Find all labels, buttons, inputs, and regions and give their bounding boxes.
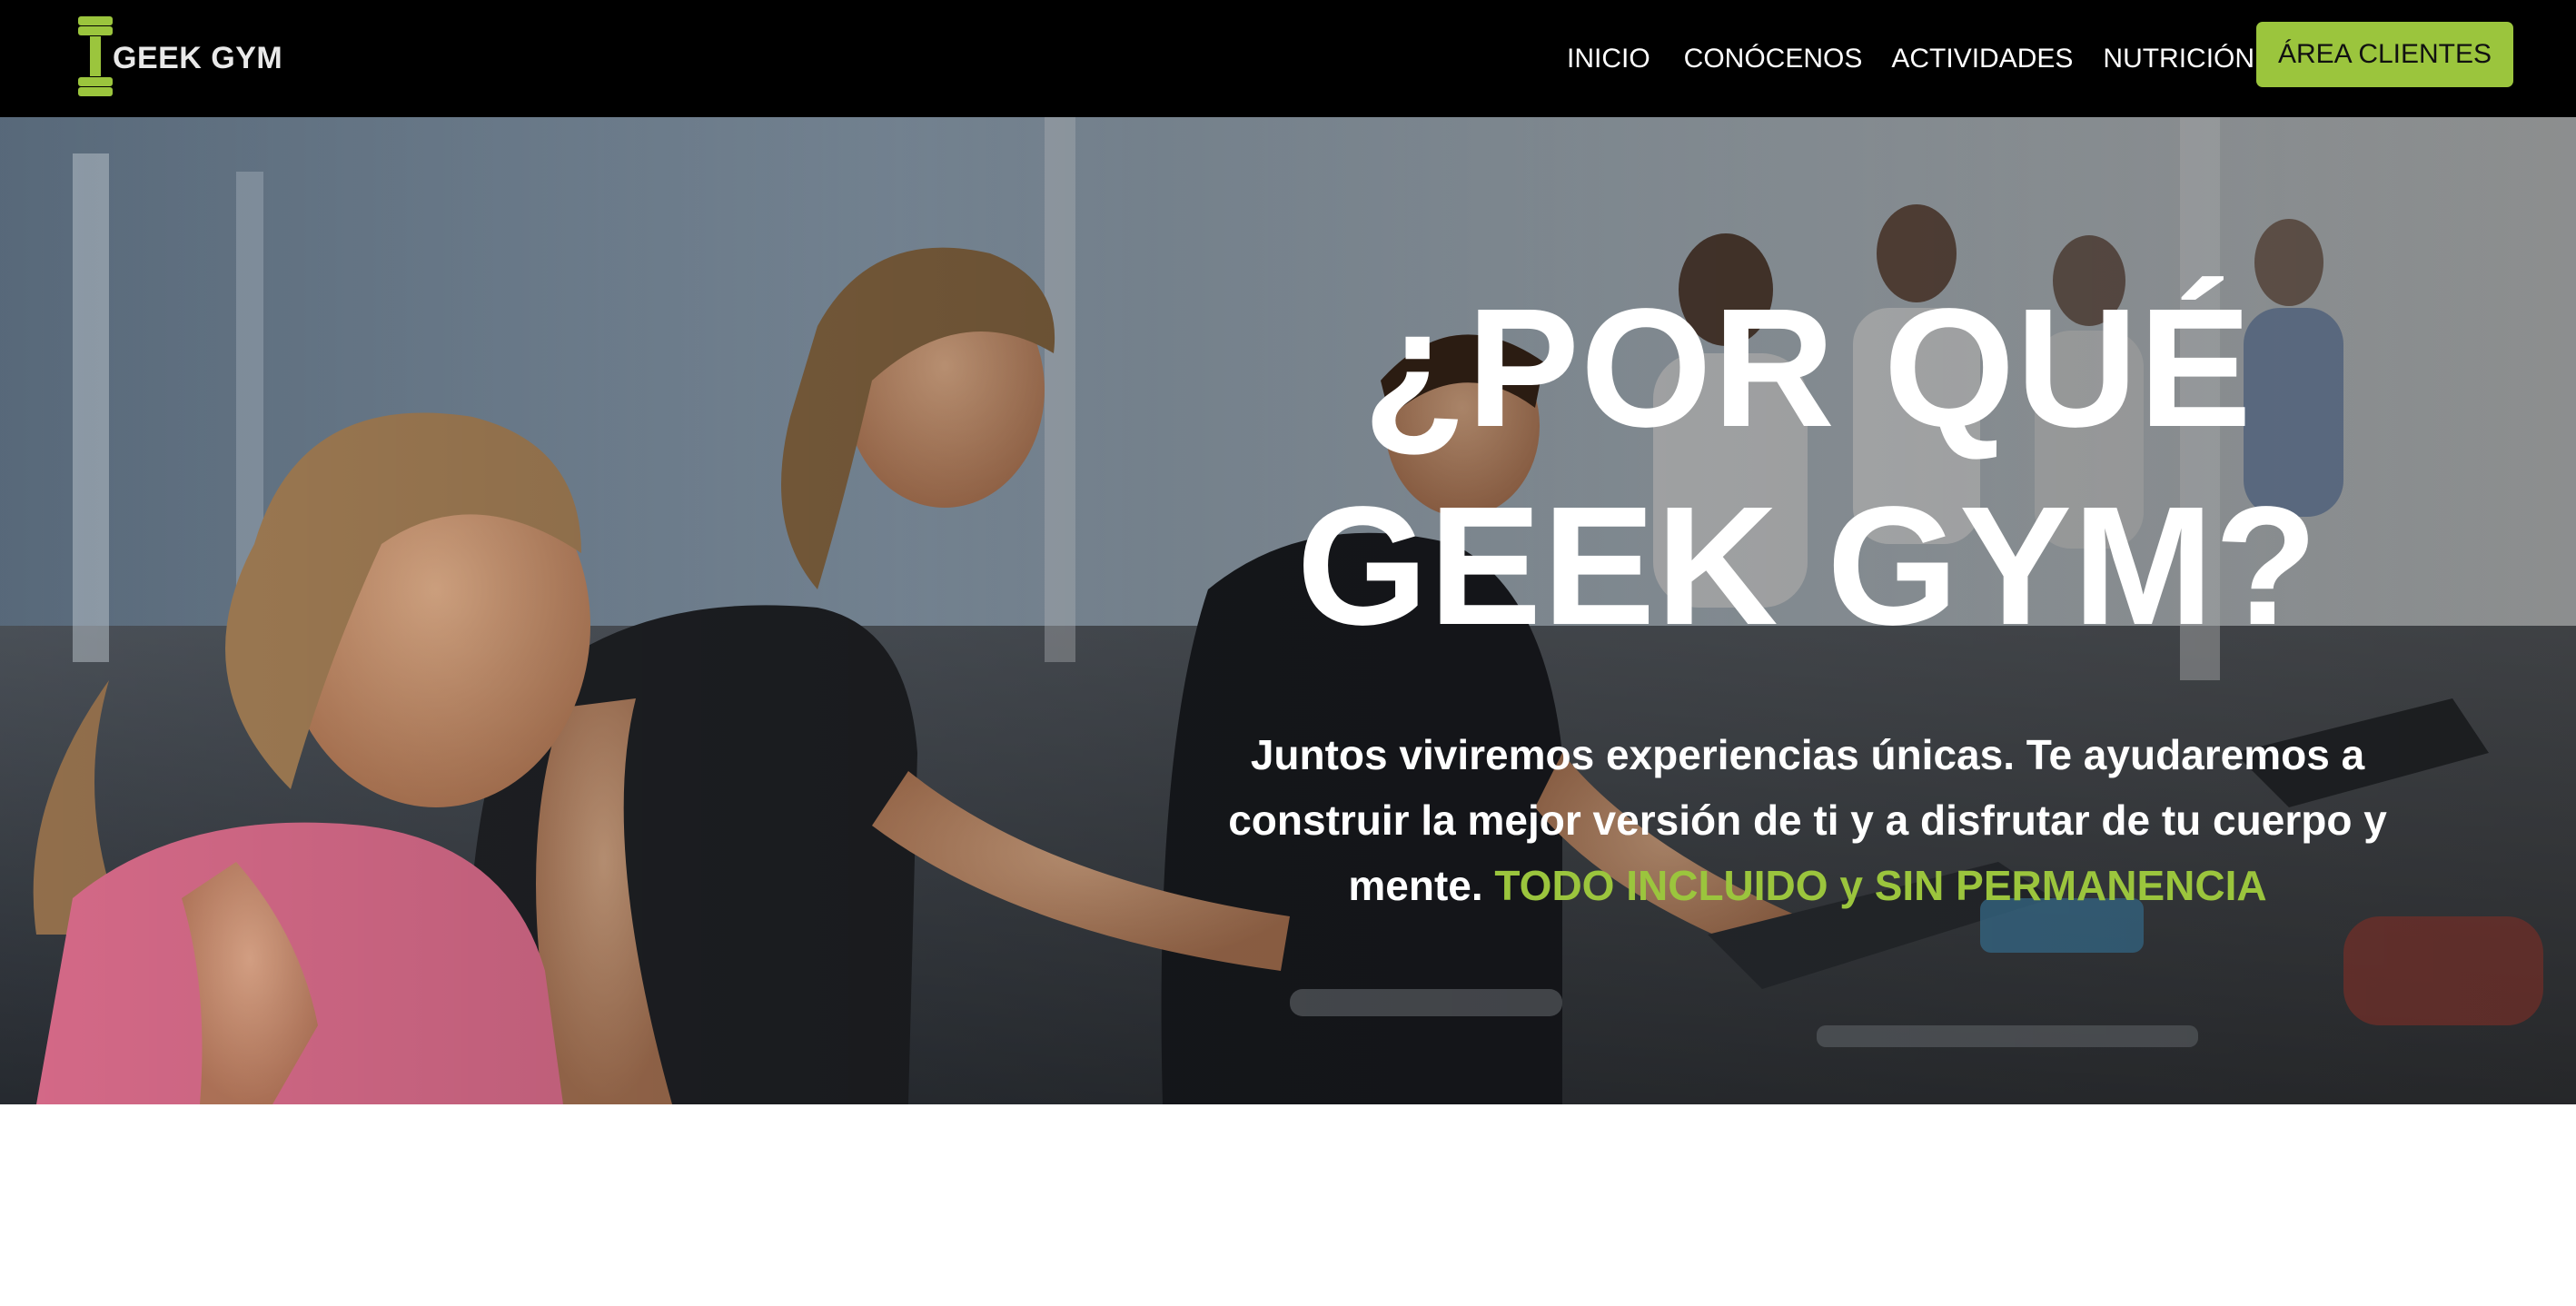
client-area-button[interactable]: ÁREA CLIENTES [2256,22,2513,87]
hero-section: ¿POR QUÉ GEEK GYM? Juntos viviremos expe… [0,117,2576,1104]
below-hero-section [0,1104,2576,1306]
hero-title: ¿POR QUÉ GEEK GYM? [1190,270,2425,666]
nav-link-actividades[interactable]: ACTIVIDADES [1891,44,2073,74]
top-navbar: GEEK GYM INICIO CONÓCENOS ACTIVIDADES NU… [0,0,2576,117]
brand-logo[interactable]: GEEK GYM [78,16,282,96]
hero-title-line-1: ¿POR QUÉ [1362,274,2253,462]
hero-title-line-2: GEEK GYM? [1296,472,2319,660]
nav-link-nutricion[interactable]: NUTRICIÓN [2103,44,2254,74]
hero-highlight: TODO INCLUIDO y SIN PERMANENCIA [1494,862,2267,909]
brand-name: GEEK GYM [113,40,283,75]
nav-link-conocenos[interactable]: CONÓCENOS [1684,44,1863,74]
hero-description: Juntos viviremos experiencias únicas. Te… [1190,722,2425,918]
main-nav: INICIO CONÓCENOS ACTIVIDADES NUTRICIÓN [1544,0,2254,117]
nav-link-inicio[interactable]: INICIO [1567,44,1650,74]
hero-content: ¿POR QUÉ GEEK GYM? Juntos viviremos expe… [1190,270,2425,918]
dumbbell-icon [78,16,113,96]
